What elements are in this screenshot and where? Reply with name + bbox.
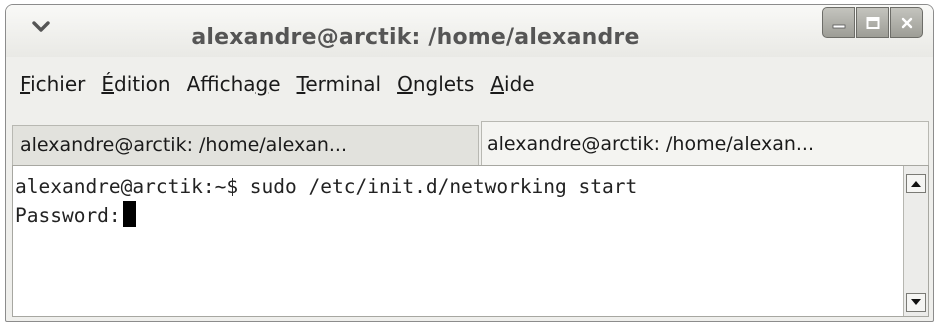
terminal-output[interactable]: alexandre@arctik:~$ sudo /etc/init.d/net… xyxy=(15,172,898,316)
window-controls xyxy=(822,7,923,38)
maximize-button[interactable] xyxy=(856,7,889,38)
scroll-down-button[interactable] xyxy=(906,293,926,312)
menu-terminal[interactable]: Terminal xyxy=(289,63,390,103)
terminal-line: alexandre@arctik:~$ sudo /etc/init.d/net… xyxy=(15,175,638,198)
tab-label: alexandre@arctik: /home/alexan... xyxy=(20,134,347,156)
tab-bar: alexandre@arctik: /home/alexan... alexan… xyxy=(12,121,929,165)
arrow-down-icon xyxy=(911,299,921,305)
minimize-icon xyxy=(832,24,845,28)
menu-bar: Fichier Édition Affichage Terminal Ongle… xyxy=(12,63,543,103)
password-prompt: Password: xyxy=(15,204,121,227)
menu-fichier[interactable]: Fichier xyxy=(12,63,93,103)
text-cursor xyxy=(122,201,136,227)
menu-edition[interactable]: Édition xyxy=(93,63,178,103)
terminal-window: alexandre@arctik: /home/alexandre Fichie… xyxy=(5,4,934,322)
maximize-icon xyxy=(866,16,879,29)
arrow-up-icon xyxy=(911,181,921,187)
tab-2[interactable]: alexandre@arctik: /home/alexan... xyxy=(481,121,929,165)
terminal-area[interactable]: alexandre@arctik:~$ sudo /etc/init.d/net… xyxy=(12,165,929,317)
window-title: alexandre@arctik: /home/alexandre xyxy=(191,25,640,50)
title-bar[interactable]: alexandre@arctik: /home/alexandre xyxy=(6,5,933,57)
scroll-up-button[interactable] xyxy=(906,174,926,193)
terminal-line: Password: xyxy=(15,201,898,230)
minimize-button[interactable] xyxy=(822,7,855,38)
close-icon xyxy=(901,17,912,28)
vertical-scrollbar[interactable] xyxy=(903,166,928,316)
menu-onglets[interactable]: Onglets xyxy=(389,63,482,103)
tab-1[interactable]: alexandre@arctik: /home/alexan... xyxy=(12,125,479,165)
menu-affichage[interactable]: Affichage xyxy=(179,63,289,103)
tab-label: alexandre@arctik: /home/alexan... xyxy=(487,133,814,155)
close-button[interactable] xyxy=(890,7,923,38)
menu-aide[interactable]: Aide xyxy=(482,63,542,103)
